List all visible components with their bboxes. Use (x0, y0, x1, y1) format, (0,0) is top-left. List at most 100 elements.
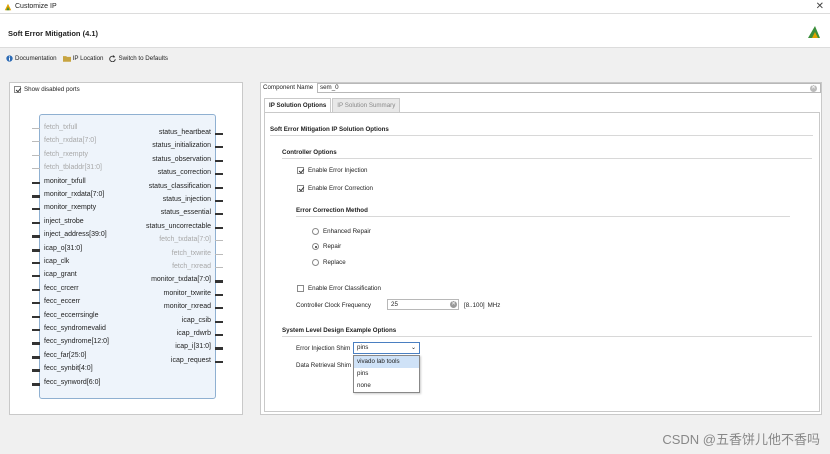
clock-frequency-label: Controller Clock Frequency (296, 302, 371, 309)
radio-button[interactable] (312, 259, 319, 266)
close-icon[interactable]: ✕ (816, 1, 824, 12)
left-port-label: inject_strobe (44, 217, 84, 225)
ip-location-button[interactable]: IP Location (62, 55, 103, 62)
right-port-pin (215, 200, 223, 202)
dropdown-option-none[interactable]: none (354, 380, 419, 392)
info-icon (6, 54, 13, 62)
enable-error-injection-checkbox[interactable]: Enable Error Injection (297, 167, 368, 174)
component-name-row: Component Name (263, 84, 313, 91)
right-port-pin (215, 347, 223, 351)
correction-method-title: Error Correction Method (296, 207, 368, 214)
left-port-pin (32, 248, 40, 252)
left-port-pin (32, 221, 40, 224)
left-port-pin (32, 235, 40, 239)
right-port-label: status_essential (160, 209, 211, 217)
dialog-header: Soft Error Mitigation (4.1) (0, 14, 830, 48)
checkbox-box[interactable] (14, 86, 21, 93)
vivado-logo-icon (4, 3, 12, 10)
left-port-pin (32, 181, 40, 184)
switch-defaults-button[interactable]: Switch to Defaults (109, 54, 168, 62)
divider (282, 158, 812, 159)
component-name-label: Component Name (263, 84, 314, 91)
radio-repair[interactable]: Repair (312, 243, 341, 250)
right-port-label: status_correction (157, 169, 211, 177)
right-port-pin (215, 226, 223, 229)
radio-button[interactable] (312, 243, 319, 250)
right-port-pin (215, 334, 223, 336)
options-title: Soft Error Mitigation IP Solution Option… (270, 126, 389, 133)
right-port-label: status_classification (148, 182, 211, 190)
right-port-label: icap_request (170, 356, 211, 364)
clock-frequency-input[interactable]: 25 ✕ (387, 299, 459, 310)
right-port-pin (215, 186, 223, 189)
right-port-label: icap_csib (181, 316, 211, 324)
left-port-label: fecc_crcerr (44, 284, 79, 292)
left-port-label: monitor_txfull (44, 177, 86, 185)
right-port-label: status_initialization (152, 142, 211, 150)
right-port-label: fetch_rxread (172, 263, 211, 270)
left-port-label: fecc_synbit[4:0] (44, 365, 93, 373)
right-port-label: fetch_txdata[7:0] (159, 236, 211, 244)
ip-title: Soft Error Mitigation (4.1) (8, 29, 98, 38)
right-port-label: monitor_txdata[7:0] (151, 276, 211, 284)
left-port-label: fetch_rxdata[7:0] (44, 137, 97, 145)
right-port-pin (215, 213, 223, 216)
enable-error-classification-checkbox[interactable]: Enable Error Classification (297, 285, 381, 292)
radio-button[interactable] (312, 228, 319, 235)
enable-error-correction-checkbox[interactable]: Enable Error Correction (297, 185, 373, 192)
left-port-pin (32, 141, 40, 143)
right-port-label: status_observation (152, 155, 211, 163)
brand-logo-icon (808, 26, 820, 38)
right-port-pin (215, 173, 223, 176)
right-port-label: status_injection (162, 196, 211, 203)
toolbar: Documentation IP Location Switch to Defa… (0, 50, 168, 66)
right-port-pin (215, 267, 223, 268)
window-titlebar: Customize IP ✕ (0, 0, 830, 14)
right-port-pin (215, 320, 223, 323)
checkbox-box[interactable] (297, 167, 304, 174)
left-port-label: icap_clk (44, 258, 70, 265)
checkbox-box[interactable] (297, 185, 304, 192)
right-port-label: icap_rdwrb (176, 330, 211, 337)
right-port-pin (215, 159, 223, 162)
left-port-label: inject_address[39:0] (44, 231, 107, 239)
divider (270, 135, 813, 136)
left-port-pin (32, 208, 40, 211)
folder-icon (62, 55, 71, 62)
right-port-pin (215, 133, 223, 135)
tab-ip-solution-summary[interactable]: IP Solution Summary (332, 98, 401, 112)
left-port-label: monitor_rxdata[7:0] (44, 191, 105, 198)
documentation-button[interactable]: Documentation (6, 55, 57, 62)
injection-shim-select[interactable]: pins ⌄ (353, 342, 420, 354)
clear-icon[interactable]: ✕ (450, 301, 457, 308)
radio-enhanced-repair[interactable]: Enhanced Repair (312, 228, 371, 235)
left-port-pin (32, 315, 40, 318)
right-port-pin (215, 307, 223, 310)
left-port-pin (32, 302, 40, 305)
right-port-pin (215, 360, 223, 363)
left-port-pin (32, 154, 40, 156)
left-port-label: fetch_tbladdr[31:0] (44, 164, 102, 172)
dropdown-option-pins[interactable]: pins (354, 368, 419, 380)
checkbox-box[interactable] (297, 285, 304, 292)
divider (296, 216, 790, 217)
left-port-label: fecc_syndrome[12:0] (44, 338, 109, 346)
show-disabled-ports-checkbox[interactable]: Show disabled ports (14, 86, 80, 93)
right-port-pin (215, 280, 223, 284)
right-port-label: status_uncorrectable (146, 222, 211, 230)
right-port-pin (215, 293, 223, 296)
chevron-down-icon: ⌄ (410, 345, 416, 351)
right-port-label: fetch_txwrite (171, 249, 211, 257)
clear-icon[interactable]: ✕ (810, 85, 817, 92)
options-panel: Component Name sem_0 ✕ IP Solution Optio… (260, 82, 822, 415)
right-port-label: monitor_rxread (163, 303, 211, 311)
component-name-input[interactable]: sem_0 ✕ (317, 83, 821, 93)
left-port-label: fetch_rxempty (44, 150, 88, 158)
tab-ip-solution-options[interactable]: IP Solution Options (264, 98, 332, 112)
example-options-title: System Level Design Example Options (282, 327, 397, 334)
radio-replace[interactable]: Replace (312, 259, 346, 266)
window-title: Customize IP (15, 3, 57, 10)
dropdown-option-vivado-lab-tools[interactable]: vivado lab tools (354, 356, 419, 368)
right-port-pin (215, 240, 223, 242)
left-port-pin (32, 382, 40, 386)
